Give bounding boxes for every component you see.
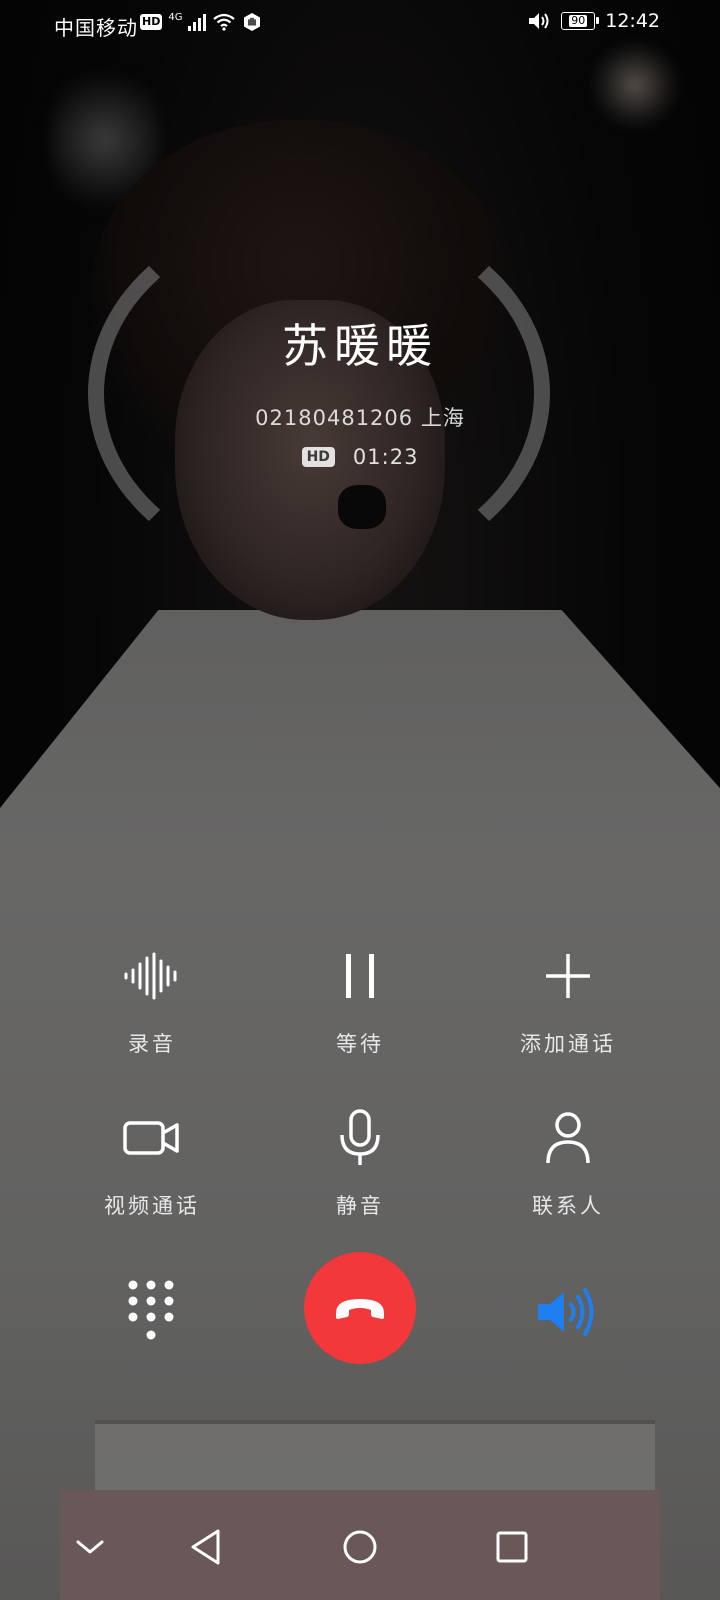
phone-hangup-icon	[336, 1299, 384, 1319]
caller-name: 苏暖暖	[282, 319, 438, 373]
wifi-icon	[213, 13, 236, 31]
dialpad-icon[interactable]	[126, 1278, 176, 1344]
clock: 12:42	[605, 10, 660, 32]
microphone-icon	[340, 1109, 380, 1165]
pause-icon	[346, 954, 374, 998]
battery-icon: 90	[561, 12, 600, 30]
contacts-button[interactable]: 联系人	[458, 1106, 678, 1220]
hold-label: 等待	[336, 1032, 384, 1056]
plus-icon	[546, 954, 590, 998]
carrier-label: 中国移动	[54, 16, 138, 40]
video-call-button[interactable]: 视频通话	[42, 1106, 262, 1220]
volte-hd-badge: HD	[140, 14, 163, 30]
network-type-label: 4G	[168, 11, 183, 23]
add-call-label: 添加通话	[520, 1032, 616, 1056]
nav-recents-icon[interactable]	[482, 1522, 542, 1572]
hand-gesture-icon	[244, 13, 261, 31]
navigation-bar	[0, 1500, 720, 1600]
contacts-label: 联系人	[532, 1194, 604, 1218]
nav-back-icon[interactable]	[176, 1522, 236, 1572]
nav-down-icon[interactable]	[60, 1522, 120, 1572]
video-camera-icon	[123, 1121, 179, 1155]
mute-button[interactable]: 静音	[250, 1106, 470, 1220]
nav-home-icon[interactable]	[330, 1522, 390, 1572]
hold-button[interactable]: 等待	[250, 944, 470, 1058]
person-icon	[546, 1112, 590, 1164]
call-duration: 01:23	[352, 445, 419, 469]
speaker-icon[interactable]	[534, 1284, 598, 1340]
mute-label: 静音	[336, 1194, 384, 1218]
battery-level: 90	[569, 14, 588, 27]
status-bar: 中国移动 HD 4G 90 12:42	[0, 0, 720, 48]
caller-number-location: 02180481206 上海	[255, 406, 465, 430]
add-call-button[interactable]: 添加通话	[458, 944, 678, 1058]
hd-call-badge: HD	[301, 447, 335, 467]
volume-icon	[529, 13, 549, 29]
record-label: 录音	[128, 1032, 176, 1056]
record-button[interactable]: 录音	[42, 944, 262, 1058]
hang-up-button[interactable]	[304, 1252, 416, 1364]
record-waveform-icon	[124, 952, 177, 1000]
signal-icon	[188, 13, 207, 31]
video-call-label: 视频通话	[104, 1194, 200, 1218]
